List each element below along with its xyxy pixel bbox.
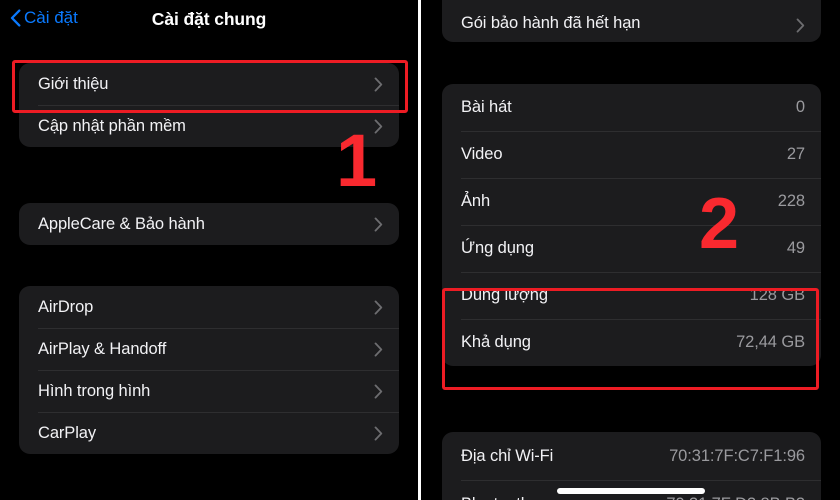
list-item-airdrop[interactable]: AirDrop [19, 286, 399, 328]
chevron-right-icon [374, 425, 383, 441]
list-item-value: 228 [777, 192, 805, 210]
navigation-bar: Cài đặt Cài đặt chung [0, 0, 418, 44]
chevron-right-icon [374, 299, 383, 315]
list-item-value: 49 [786, 239, 805, 257]
right-group-warranty: Gói bảo hành đã hết hạn [442, 0, 821, 42]
list-item-available: Khả dụng 72,44 GB [442, 319, 821, 366]
list-item-label: CarPlay [38, 423, 96, 442]
list-item-videos: Video 27 [442, 131, 821, 178]
list-item-photos: Ảnh 228 [442, 178, 821, 225]
home-indicator [556, 488, 705, 494]
list-item-wifi-address: Địa chỉ Wi-Fi 70:31:7F:C7:F1:96 [442, 432, 821, 480]
right-panel-about-details: Gói bảo hành đã hết hạn Bài hát 0 Video … [421, 0, 840, 500]
list-item-applecare-warranty[interactable]: AppleCare & Bảo hành [19, 203, 399, 245]
list-item-label: Giới thiệu [38, 74, 109, 93]
list-item-airplay-handoff[interactable]: AirPlay & Handoff [19, 328, 399, 370]
list-item-label: Gói bảo hành đã hết hạn [461, 14, 641, 32]
list-item-label: AirDrop [38, 297, 94, 316]
chevron-right-icon [374, 216, 383, 232]
right-group-media-storage: Bài hát 0 Video 27 Ảnh 228 Ứng dụng 49 D… [442, 84, 821, 366]
chevron-right-icon [374, 76, 383, 92]
list-item-label: Video [461, 145, 503, 163]
list-item-about[interactable]: Giới thiệu [19, 63, 399, 105]
chevron-right-icon [374, 341, 383, 357]
list-item-expired-warranty[interactable]: Gói bảo hành đã hết hạn [442, 0, 821, 42]
list-item-label: AirPlay & Handoff [38, 339, 167, 358]
list-item-capacity: Dung lượng 128 GB [442, 272, 821, 319]
list-item-label: Ảnh [461, 192, 491, 210]
page-title: Cài đặt chung [151, 9, 267, 29]
list-item-songs: Bài hát 0 [442, 84, 821, 131]
list-item-applications: Ứng dụng 49 [442, 225, 821, 272]
chevron-right-icon [374, 118, 383, 134]
list-item-label: Ứng dụng [461, 239, 534, 257]
chevron-right-icon [796, 18, 805, 33]
list-item-software-update[interactable]: Cập nhật phần mềm [19, 105, 399, 147]
list-item-value: 70:31:7F:D3:8B:B3 [666, 495, 805, 500]
list-item-carplay[interactable]: CarPlay [19, 412, 399, 454]
list-item-label: Khả dụng [461, 333, 531, 351]
list-item-value: 72,44 GB [736, 333, 805, 351]
left-settings-group-applecare: AppleCare & Bảo hành [19, 203, 399, 245]
list-item-label: Dung lượng [461, 286, 548, 304]
list-item-label: Hình trong hình [38, 381, 151, 400]
list-item-label: Bluetooth [461, 495, 530, 500]
left-settings-group-about: Giới thiệu Cập nhật phần mềm [19, 63, 399, 147]
list-item-value: 128 GB [749, 286, 805, 304]
chevron-right-icon [374, 383, 383, 399]
list-item-label: AppleCare & Bảo hành [38, 214, 205, 233]
left-panel-general-settings: Cài đặt Cài đặt chung Giới thiệu Cập nhậ… [0, 0, 418, 500]
left-settings-group-connectivity: AirDrop AirPlay & Handoff Hình trong hìn… [19, 286, 399, 454]
list-item-value: 70:31:7F:C7:F1:96 [669, 446, 805, 465]
settings-screenshot: Cài đặt Cài đặt chung Giới thiệu Cập nhậ… [0, 0, 840, 500]
list-item-label: Bài hát [461, 98, 512, 116]
list-item-label: Địa chỉ Wi-Fi [461, 446, 554, 465]
list-item-label: Cập nhật phần mềm [38, 116, 186, 135]
list-item-value: 0 [795, 98, 805, 116]
list-item-picture-in-picture[interactable]: Hình trong hình [19, 370, 399, 412]
list-item-value: 27 [786, 145, 805, 163]
